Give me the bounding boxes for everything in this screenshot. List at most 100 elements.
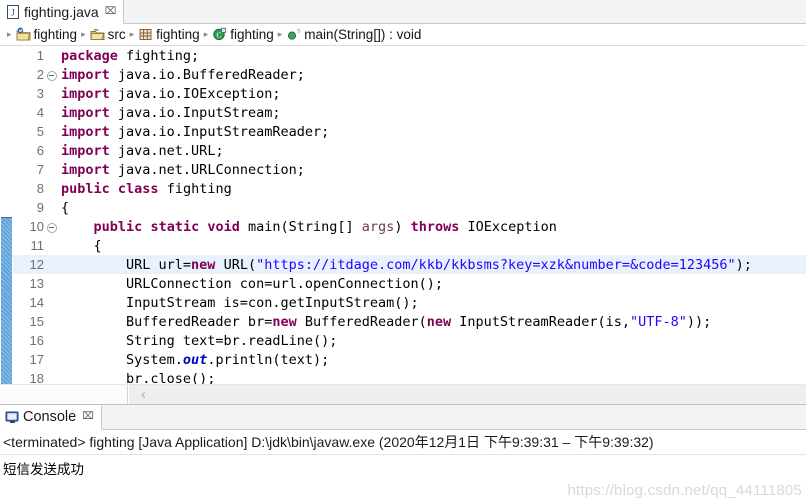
- code-text: import java.net.URL;: [61, 142, 224, 159]
- breadcrumb-item-class[interactable]: C fighting: [212, 27, 274, 42]
- line-number: 12: [29, 257, 44, 272]
- editor-tab-bar: J fighting.java ⌧: [0, 0, 806, 24]
- code-line[interactable]: 11 {: [13, 236, 806, 255]
- code-line[interactable]: 6 import java.net.URL;: [13, 141, 806, 160]
- console-view: Console ⌧ <terminated> fighting [Java Ap…: [0, 404, 806, 500]
- chevron-left-icon[interactable]: ‹: [141, 387, 146, 402]
- code-lines-container[interactable]: 1 package fighting; 2 import java.io.Buffer…: [13, 46, 806, 404]
- console-output: 短信发送成功: [0, 455, 806, 500]
- code-text: System.out.println(text);: [61, 351, 330, 368]
- method-selection-marker: [1, 217, 12, 404]
- code-text: BufferedReader br=new BufferedReader(new…: [61, 313, 712, 330]
- code-line[interactable]: 3 import java.io.IOException;: [13, 84, 806, 103]
- breadcrumb: ▸ fighting ▸ src ▸ fighting ▸ C fighting…: [0, 24, 806, 46]
- breadcrumb-separator-4: ▸: [277, 29, 283, 39]
- java-project-icon: [16, 27, 31, 42]
- breadcrumb-separator-2: ▸: [129, 29, 135, 39]
- class-icon: C: [212, 27, 227, 42]
- code-text: import java.io.IOException;: [61, 85, 281, 102]
- code-line[interactable]: 5 import java.io.InputStreamReader;: [13, 122, 806, 141]
- line-number: 5: [36, 124, 44, 139]
- line-number: 11: [30, 238, 45, 253]
- code-text: import java.io.InputStream;: [61, 104, 281, 121]
- breadcrumb-item-project[interactable]: fighting: [16, 27, 77, 42]
- code-text: public class fighting: [61, 180, 232, 197]
- code-line[interactable]: 12 URL url=new URL("https://itdage.com/k…: [13, 255, 806, 274]
- console-tab-label: Console: [23, 409, 77, 425]
- code-text: import java.io.InputStreamReader;: [61, 123, 330, 140]
- code-text: {: [61, 237, 102, 254]
- line-number: 8: [36, 181, 44, 196]
- code-text: {: [61, 199, 70, 216]
- code-editor[interactable]: 1 package fighting; 2 import java.io.Buffer…: [0, 46, 806, 404]
- fold-collapse-icon[interactable]: [46, 217, 57, 236]
- scrollbar-track-left[interactable]: [0, 385, 128, 404]
- package-icon: [138, 27, 153, 42]
- code-line[interactable]: 16 String text=br.readLine();: [13, 331, 806, 350]
- line-number: 15: [29, 314, 44, 329]
- svg-text:J: J: [11, 7, 15, 17]
- svg-text:C: C: [217, 31, 222, 40]
- line-number: 9: [36, 200, 44, 215]
- line-number: 14: [29, 295, 44, 310]
- eclipse-window: J fighting.java ⌧ ▸ fighting ▸ src ▸ fig…: [0, 0, 806, 500]
- code-line[interactable]: 8 public class fighting: [13, 179, 806, 198]
- console-icon: [5, 410, 19, 424]
- editor-marker-bar[interactable]: [0, 46, 13, 404]
- java-file-icon: J: [6, 4, 20, 19]
- breadcrumb-separator-1: ▸: [81, 29, 86, 39]
- code-line[interactable]: 2 import java.io.BufferedReader;: [13, 65, 806, 84]
- code-line[interactable]: 10 public static void main(String[] args…: [13, 217, 806, 236]
- breadcrumb-label-src: src: [107, 27, 126, 42]
- breadcrumb-label-method: main(String[]) : void: [304, 27, 422, 42]
- close-icon[interactable]: ⌧: [105, 6, 117, 17]
- breadcrumb-item-src[interactable]: src: [90, 27, 126, 42]
- source-folder-icon: [90, 27, 105, 42]
- editor-tab-label: fighting.java: [24, 3, 99, 20]
- console-status-line: <terminated> fighting [Java Application]…: [0, 430, 806, 455]
- line-number: 4: [36, 105, 44, 120]
- code-text: public static void main(String[] args) t…: [93, 218, 557, 235]
- code-text: import java.io.BufferedReader;: [61, 66, 305, 83]
- code-line[interactable]: 13 URLConnection con=url.openConnection(…: [13, 274, 806, 293]
- scrollbar-thumb[interactable]: ‹: [129, 385, 806, 404]
- code-text: URLConnection con=url.openConnection();: [61, 275, 444, 292]
- breadcrumb-label-class: fighting: [230, 27, 274, 42]
- breadcrumb-separator-3: ▸: [203, 29, 209, 39]
- console-tab-bar: Console ⌧: [0, 405, 806, 430]
- code-text: InputStream is=con.getInputStream();: [61, 294, 419, 311]
- line-number: 2: [36, 67, 44, 82]
- code-line[interactable]: 4 import java.io.InputStream;: [13, 103, 806, 122]
- code-line[interactable]: 14 InputStream is=con.getInputStream();: [13, 293, 806, 312]
- code-text: String text=br.readLine();: [61, 332, 338, 349]
- line-number: 6: [36, 143, 44, 158]
- code-line[interactable]: 15 BufferedReader br=new BufferedReader(…: [13, 312, 806, 331]
- code-line[interactable]: 9{: [13, 198, 806, 217]
- line-number: 17: [29, 352, 44, 367]
- line-number: 7: [36, 162, 44, 177]
- editor-horizontal-scrollbar[interactable]: ‹: [0, 384, 806, 404]
- fold-collapse-icon[interactable]: [46, 65, 57, 84]
- close-icon[interactable]: ⌧: [82, 412, 94, 422]
- code-line[interactable]: 7 import java.net.URLConnection;: [13, 160, 806, 179]
- public-method-static-icon: S: [286, 27, 301, 42]
- breadcrumb-item-package[interactable]: fighting: [138, 27, 200, 42]
- code-line[interactable]: 1 package fighting;: [13, 46, 806, 65]
- breadcrumb-item-method[interactable]: S main(String[]) : void: [286, 27, 421, 42]
- code-text: package fighting;: [61, 47, 200, 64]
- breadcrumb-label-package: fighting: [156, 27, 200, 42]
- code-line[interactable]: 17 System.out.println(text);: [13, 350, 806, 369]
- editor-tab-fighting-java[interactable]: J fighting.java ⌧: [0, 0, 125, 24]
- console-tab[interactable]: Console ⌧: [0, 405, 102, 430]
